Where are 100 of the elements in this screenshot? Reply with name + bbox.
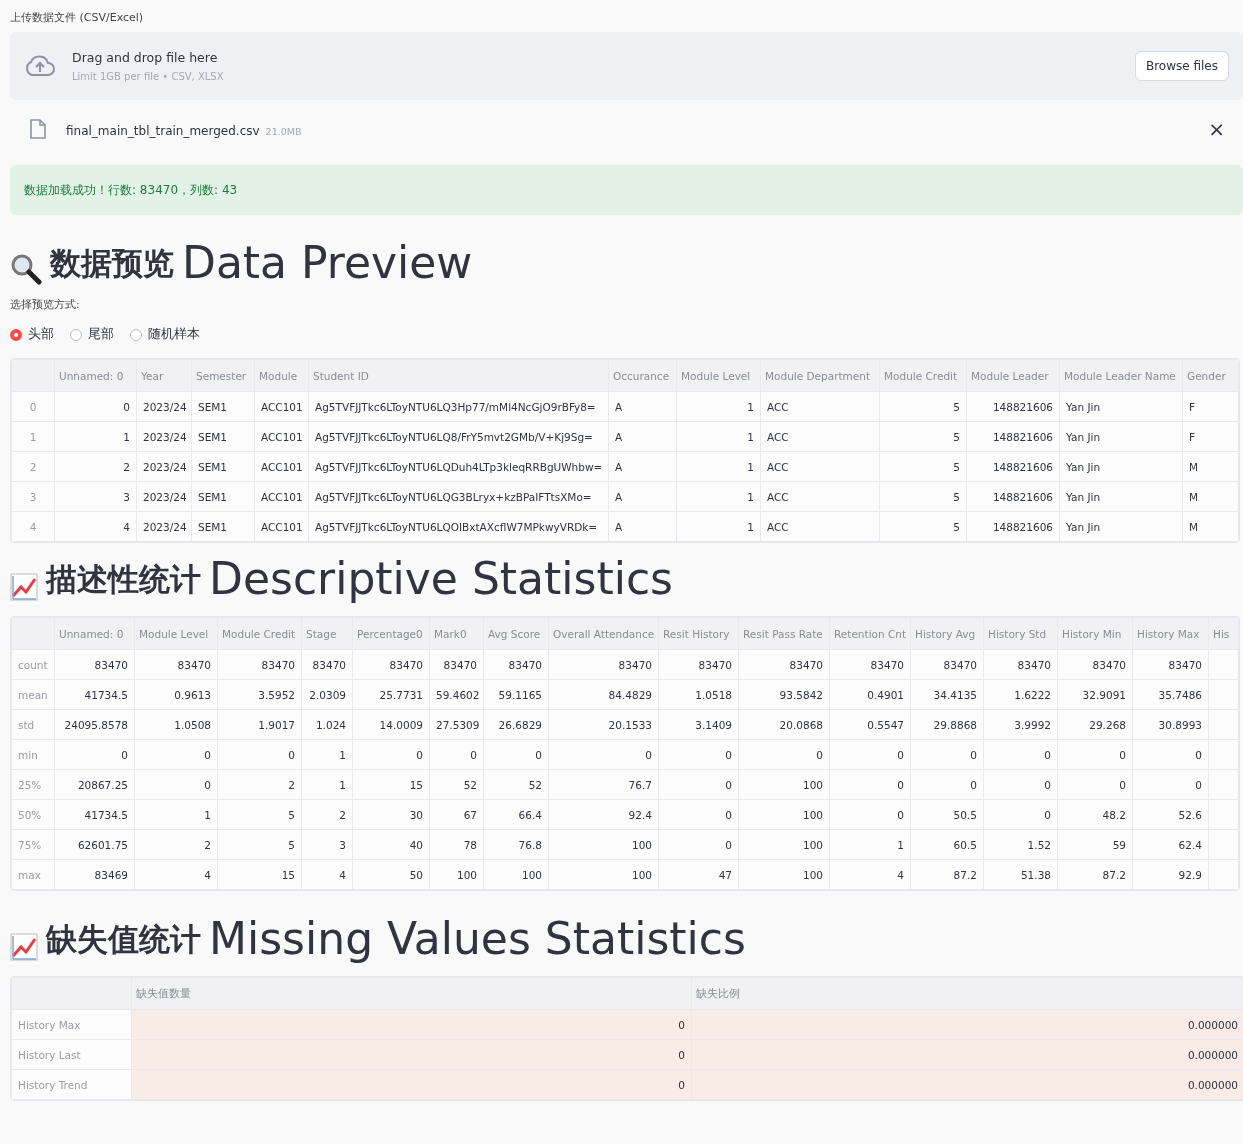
column-header[interactable]: Gender	[1182, 359, 1239, 392]
table-cell: 29.8868	[910, 709, 984, 740]
table-cell: 41734.5	[54, 799, 135, 830]
table-cell: 2	[301, 799, 353, 830]
heading-en: Missing Values Statistics	[209, 917, 746, 961]
row-index: 0	[11, 391, 55, 422]
table-cell: 148821606	[966, 391, 1060, 422]
table-cell: 5	[879, 451, 967, 482]
table-cell: Yan Jin	[1059, 481, 1183, 512]
table-cell: A	[608, 511, 677, 542]
radio-option[interactable]: 随机样本	[130, 326, 200, 343]
table-cell: 83469	[54, 859, 135, 890]
column-header[interactable]: Module Credit	[879, 359, 967, 392]
column-header[interactable]: Module Leader	[966, 359, 1060, 392]
heading-zh: 缺失值统计	[46, 920, 201, 959]
drop-title: Drag and drop file here	[72, 50, 219, 65]
table-cell: 83470	[301, 649, 353, 680]
table-cell: 0	[131, 1069, 692, 1100]
table-cell: 148821606	[966, 421, 1060, 452]
table-cell: SEM1	[191, 391, 255, 422]
column-header[interactable]: Year	[136, 359, 192, 392]
table-cell: 3.5952	[217, 679, 302, 710]
column-header[interactable]: Overall Attendance	[548, 617, 659, 650]
column-header[interactable]: Module Level	[676, 359, 761, 392]
table-cell: A	[608, 451, 677, 482]
table-cell: 0	[429, 739, 484, 770]
radio-option[interactable]: 尾部	[70, 326, 114, 343]
close-button[interactable]: ×	[1204, 117, 1229, 141]
column-header[interactable]: His	[1208, 617, 1239, 650]
table-cell: Ag5TVFJJTkc6LToyNTU6LQ8/FrY5mvt2GMb/V+Kj9Sg=	[308, 421, 609, 452]
column-header[interactable]: Module Credit	[217, 617, 302, 650]
table-cell: 100	[738, 859, 830, 890]
column-header[interactable]: Student ID	[308, 359, 609, 392]
file-size: 21.0MB	[265, 125, 302, 137]
row-index: mean	[11, 679, 55, 710]
table-cell: Yan Jin	[1059, 391, 1183, 422]
table-cell: 0	[1057, 739, 1133, 770]
table-cell: 41734.5	[54, 679, 135, 710]
table-cell: 0	[829, 739, 911, 770]
table-cell: 34.4135	[910, 679, 984, 710]
column-header[interactable]: 缺失比例	[691, 977, 1243, 1010]
column-header[interactable]: Stage	[301, 617, 353, 650]
table-cell: 2023/24	[136, 511, 192, 542]
table-cell: 100	[548, 859, 659, 890]
column-header[interactable]: Mark0	[429, 617, 484, 650]
table-cell: 4	[829, 859, 911, 890]
table-cell: 30	[352, 799, 430, 830]
table-cell: 83470	[548, 649, 659, 680]
column-header[interactable]: Occurance	[608, 359, 677, 392]
table-cell: 0.000000	[691, 1039, 1243, 1070]
column-header[interactable]: Module Level	[134, 617, 218, 650]
table-cell: A	[608, 391, 677, 422]
column-header[interactable]: Unnamed: 0	[54, 359, 137, 392]
browse-button[interactable]: Browse files	[1134, 51, 1229, 81]
column-header[interactable]: History Min	[1057, 617, 1133, 650]
drop-hint: Limit 1GB per file • CSV, XLSX	[72, 71, 225, 82]
column-header[interactable]: History Max	[1132, 617, 1209, 650]
table-cell: Ag5TVFJJTkc6LToyNTU6LQG3BLryx+kzBPaIFTtsXMo=	[308, 481, 609, 512]
row-index: count	[11, 649, 55, 680]
table-cell: 0	[134, 739, 218, 770]
table-cell: 100	[483, 859, 549, 890]
column-header[interactable]: Retention Cnt	[829, 617, 911, 650]
column-header[interactable]: 缺失值数量	[131, 977, 692, 1010]
table-cell: 0	[738, 739, 830, 770]
column-header[interactable]: Module Department	[760, 359, 880, 392]
table-cell: 52	[429, 769, 484, 800]
table-cell: 100	[738, 769, 830, 800]
column-header[interactable]: Unnamed: 0	[54, 617, 135, 650]
table-cell: 3	[54, 481, 137, 512]
table-cell: 83470	[429, 649, 484, 680]
column-header[interactable]: Semester	[191, 359, 255, 392]
column-header[interactable]: Avg Score	[483, 617, 549, 650]
row-index: History Trend	[11, 1069, 132, 1100]
table-cell: 0	[658, 829, 739, 860]
table-cell: 2023/24	[136, 451, 192, 482]
column-header[interactable]: Module	[254, 359, 309, 392]
table-cell: 0	[483, 739, 549, 770]
table-cell: 2023/24	[136, 481, 192, 512]
column-header[interactable]: History Avg	[910, 617, 984, 650]
column-header[interactable]: Percentage0	[352, 617, 430, 650]
table-cell: 0	[134, 769, 218, 800]
table-cell: ACC	[760, 511, 880, 542]
drop-zone[interactable]: Drag and drop file here Limit 1GB per file • CSV, XLSX Browse files	[10, 32, 1243, 100]
table-cell: 67	[429, 799, 484, 830]
table-cell: 1	[829, 829, 911, 860]
column-header[interactable]: Module Leader Name	[1059, 359, 1183, 392]
column-header[interactable]: Resit Pass Rate	[738, 617, 830, 650]
table-cell: ACC101	[254, 391, 309, 422]
table-cell: ACC	[760, 481, 880, 512]
heading-en: Data Preview	[182, 241, 473, 285]
table-cell: 5	[879, 511, 967, 542]
row-index: 2	[11, 451, 55, 482]
table-cell: 148821606	[966, 511, 1060, 542]
table-cell: 4	[54, 511, 137, 542]
column-header[interactable]: History Std	[983, 617, 1058, 650]
table-cell: 35.7486	[1132, 679, 1209, 710]
table-cell: 62.4	[1132, 829, 1209, 860]
table-cell: 78	[429, 829, 484, 860]
radio-option[interactable]: 头部	[10, 326, 54, 343]
column-header[interactable]: Resit History	[658, 617, 739, 650]
